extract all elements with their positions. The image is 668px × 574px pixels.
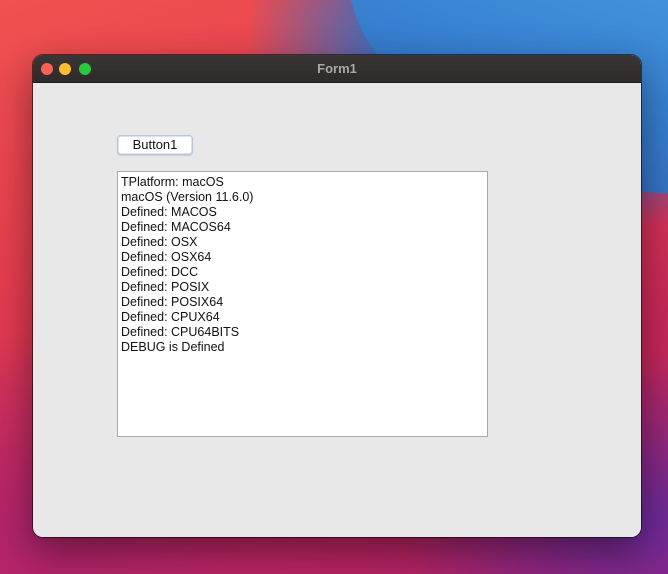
memo-line: Defined: OSX64 <box>121 250 212 264</box>
memo-line: macOS (Version 11.6.0) <box>121 190 254 204</box>
output-memo[interactable]: TPlatform: macOS macOS (Version 11.6.0) … <box>117 171 488 437</box>
memo-line: Defined: OSX <box>121 235 198 249</box>
memo-line: Defined: MACOS64 <box>121 220 231 234</box>
button1[interactable]: Button1 <box>117 135 193 155</box>
title-bar[interactable]: Form1 <box>33 55 641 83</box>
form-client-area: Button1 TPlatform: macOS macOS (Version … <box>33 83 641 537</box>
form1-window: Form1 Button1 TPlatform: macOS macOS (Ve… <box>33 55 641 537</box>
memo-line: TPlatform: macOS <box>121 175 224 189</box>
memo-line: Defined: POSIX64 <box>121 295 224 309</box>
memo-line: Defined: MACOS <box>121 205 217 219</box>
memo-line: DEBUG is Defined <box>121 340 225 354</box>
memo-line: Defined: DCC <box>121 265 199 279</box>
memo-line: Defined: CPUX64 <box>121 310 220 324</box>
memo-line: Defined: CPU64BITS <box>121 325 240 339</box>
memo-line: Defined: POSIX <box>121 280 210 294</box>
window-title: Form1 <box>317 61 357 76</box>
